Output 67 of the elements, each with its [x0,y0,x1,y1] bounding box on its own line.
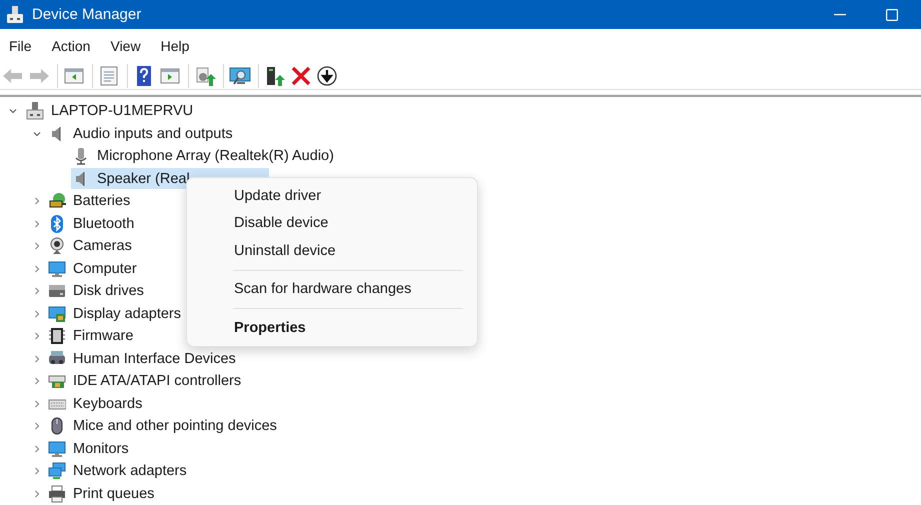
expanded-chevron-icon[interactable] [33,130,41,138]
tree-item[interactable]: Bluetooth [47,213,136,234]
menu-item[interactable]: View [103,34,148,58]
monitor-search-icon [229,64,251,86]
tree-item[interactable]: Display adapters [47,303,183,324]
chip-icon [48,327,66,346]
menu-item[interactable]: Help [154,34,196,58]
menu-item[interactable]: Uninstall device [191,237,473,264]
tree-item[interactable]: Cameras [47,236,134,257]
tree-item[interactable]: Batteries [47,190,132,212]
collapsed-chevron-icon[interactable] [33,467,41,476]
tree-item[interactable]: Monitors [47,438,131,460]
tree-item[interactable]: LAPTOP-U1MEPRVU [25,100,196,122]
collapsed-chevron-icon[interactable] [33,444,41,453]
expanded-chevron-icon[interactable] [9,107,17,116]
collapsed-chevron-icon[interactable] [33,242,41,250]
collapsed-chevron-icon[interactable] [33,490,41,498]
collapsed-chevron-icon[interactable] [33,220,41,228]
window-title: Device Manager [32,6,142,23]
collapsed-chevron-icon[interactable] [33,400,41,408]
tree-item[interactable]: IDE ATA/ATAPI controllers [47,370,244,392]
menu-item[interactable]: Properties [191,314,473,342]
update-driver-icon [194,64,216,86]
collapsed-chevron-icon[interactable] [33,287,41,296]
network-icon [48,462,66,480]
printer-icon [48,484,66,503]
monitor-icon [48,260,66,278]
down-arrow-circle-button[interactable] [316,64,338,86]
enable-device-icon [264,64,286,86]
tree-item[interactable]: Network adapters [47,460,189,482]
menu-item[interactable]: Action [44,34,98,58]
menu-item[interactable]: Scan for hardware changes [191,276,473,303]
display-adapter-icon [48,304,66,323]
monitor-search-button[interactable] [229,64,251,86]
enable-device-button[interactable] [264,64,286,86]
update-driver-button[interactable] [194,64,216,86]
maximize-icon [886,8,898,20]
tree-item[interactable]: Computer [47,258,139,280]
battery-icon [48,192,66,210]
collapsed-chevron-icon[interactable] [33,310,41,318]
delete-button[interactable] [290,64,312,86]
properties-icon [98,64,120,86]
tree-item[interactable]: Keyboards [47,393,144,414]
minimize-icon [834,14,846,16]
properties-button[interactable] [98,64,120,86]
collapsed-chevron-icon[interactable] [33,377,41,386]
bluetooth-icon [48,214,66,233]
tree-item[interactable]: Human Interface Devices [47,348,238,370]
computer-icon [26,102,44,120]
menu-item[interactable]: File [2,34,39,58]
tree-item[interactable]: Audio inputs and outputs [47,123,235,144]
tree-item[interactable]: Microphone Array (Realtek(R) Audio) [71,146,336,167]
delete-icon [290,64,312,86]
monitor-icon [48,440,66,458]
menu-item[interactable]: Disable device [191,210,473,237]
tree-item[interactable]: Firmware [47,326,136,347]
collapsed-chevron-icon[interactable] [33,197,41,206]
tree-item[interactable]: Disk drives [47,280,146,302]
collapsed-chevron-icon[interactable] [33,422,41,430]
collapsed-chevron-icon[interactable] [33,332,41,340]
collapsed-chevron-icon[interactable] [33,264,41,273]
webcam-icon [48,237,66,256]
collapsed-chevron-icon[interactable] [33,354,41,363]
app-icon [7,6,23,24]
down-arrow-circle-icon [316,64,338,86]
tree-item[interactable]: Mice and other pointing devices [47,416,279,437]
tree-item[interactable]: Print queues [47,483,156,504]
